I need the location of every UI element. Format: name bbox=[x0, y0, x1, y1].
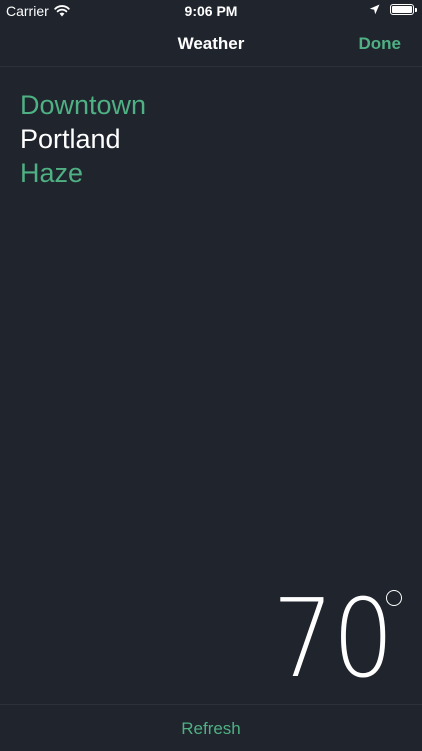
done-button[interactable]: Done bbox=[359, 34, 402, 54]
temperature-display: 70 bbox=[259, 577, 402, 702]
location-block: Downtown Portland Haze bbox=[20, 88, 146, 190]
refresh-button[interactable]: Refresh bbox=[0, 719, 422, 739]
status-bar: Carrier 9:06 PM bbox=[0, 0, 422, 22]
battery-fill bbox=[392, 6, 412, 13]
bottom-toolbar: Refresh bbox=[0, 704, 422, 751]
city-label: Portland bbox=[20, 124, 121, 154]
neighborhood-label: Downtown bbox=[20, 90, 147, 120]
condition-label: Haze bbox=[20, 158, 84, 188]
temperature-value: 70 bbox=[271, 577, 394, 702]
status-right bbox=[369, 4, 417, 15]
status-time: 9:06 PM bbox=[184, 3, 238, 19]
battery-icon bbox=[390, 4, 417, 15]
degree-icon bbox=[386, 590, 402, 606]
navigation-bar: Weather Done bbox=[0, 22, 422, 67]
location-arrow-icon bbox=[369, 4, 380, 15]
